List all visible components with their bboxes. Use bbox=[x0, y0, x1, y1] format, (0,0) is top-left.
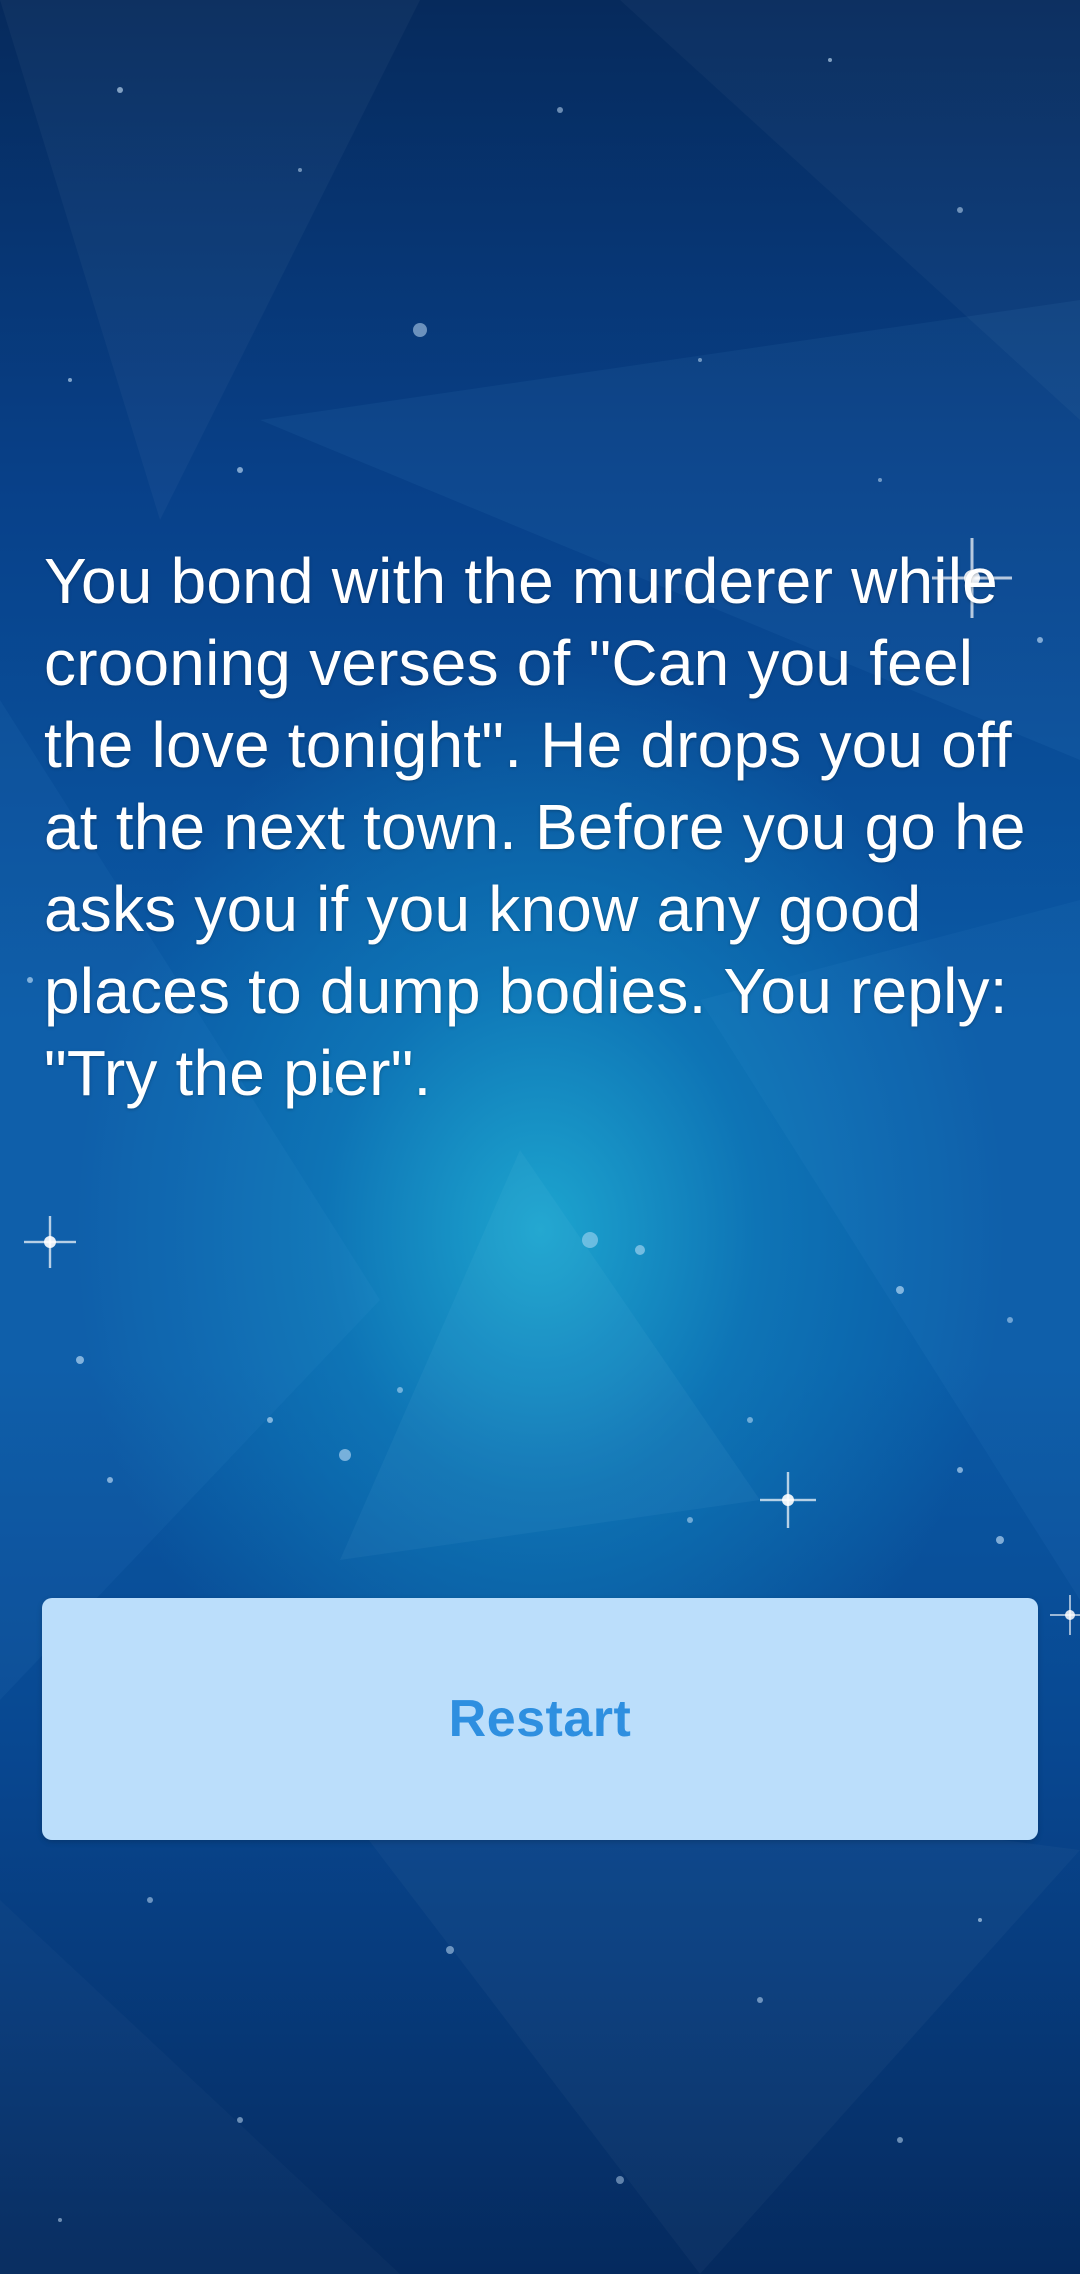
background-facets bbox=[0, 300, 1080, 1700]
star-field bbox=[24, 58, 1080, 2222]
restart-button[interactable]: Restart bbox=[42, 1598, 1038, 1840]
game-screen: You bond with the murderer while croonin… bbox=[0, 0, 1080, 2274]
restart-button-label: Restart bbox=[448, 1690, 632, 1748]
story-text: You bond with the murderer while croonin… bbox=[44, 545, 1026, 1109]
